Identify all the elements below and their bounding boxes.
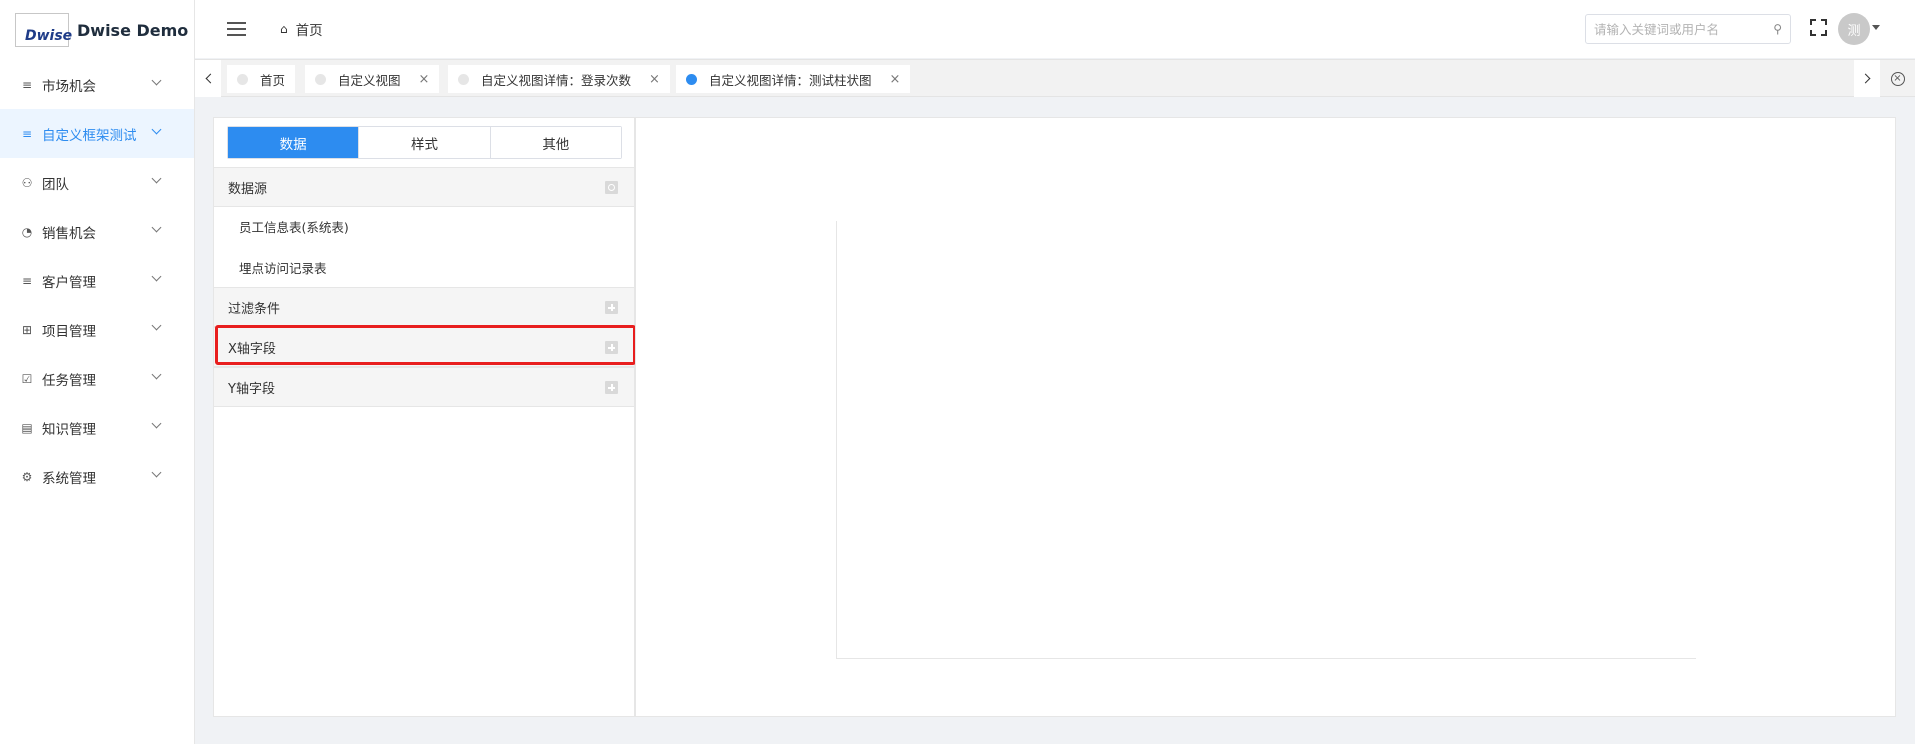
section-x-axis-field: X轴字段 bbox=[214, 327, 634, 367]
add-x-axis-field-icon[interactable] bbox=[605, 341, 618, 354]
tab-label: 自定义视图详情：登录次数 bbox=[481, 72, 632, 88]
section-title: 过滤条件 bbox=[228, 301, 281, 317]
chevron-down-icon bbox=[151, 222, 162, 233]
tab-custom-view[interactable]: 自定义视图 × bbox=[305, 65, 440, 93]
tab-custom-view-login-count[interactable]: 自定义视图详情：登录次数 × bbox=[448, 65, 670, 93]
section-filter: 过滤条件 bbox=[214, 287, 634, 327]
chevron-down-icon bbox=[151, 75, 162, 86]
tab-status-dot bbox=[237, 73, 248, 85]
search-box: ⚲ bbox=[1585, 14, 1791, 44]
tabs-bar: 首页 自定义视图 × 自定义视图详情：登录次数 × 自定义视图详情：测试柱状图 … bbox=[195, 59, 1915, 97]
grid-icon: ⊞ bbox=[21, 322, 33, 337]
app-title: Dwise Demo bbox=[77, 20, 189, 40]
logo-text: Dwise bbox=[25, 28, 73, 44]
top-header: ⌂ 首页 ⚲ 测 bbox=[195, 0, 1915, 58]
section-title: Y轴字段 bbox=[228, 381, 275, 397]
sidebar-item-label: 销售机会 bbox=[42, 225, 96, 242]
sidebar-item-label: 团队 bbox=[42, 176, 69, 193]
chevron-down-icon bbox=[151, 320, 162, 331]
tab-status-dot bbox=[315, 73, 326, 85]
chevron-down-icon bbox=[151, 467, 162, 478]
chevron-down-icon bbox=[151, 173, 162, 184]
sidebar-item-label: 项目管理 bbox=[42, 323, 96, 340]
avatar[interactable]: 测 bbox=[1838, 13, 1870, 45]
tabs-scroll-right-button[interactable] bbox=[1854, 60, 1880, 97]
hamburger-menu-icon[interactable] bbox=[227, 22, 246, 36]
breadcrumb-home-link[interactable]: 首页 bbox=[296, 19, 323, 39]
chart-x-axis-line bbox=[836, 658, 1696, 659]
list-icon: ≡ bbox=[21, 77, 33, 92]
tab-label: 自定义视图详情：测试柱状图 bbox=[709, 72, 872, 88]
settings-icon[interactable] bbox=[605, 181, 618, 194]
list-icon: ≡ bbox=[21, 273, 33, 288]
sidebar-item-label: 自定义框架测试 bbox=[42, 127, 137, 144]
sidebar-item-team[interactable]: ⚇ 团队 bbox=[0, 158, 194, 207]
chevron-left-icon bbox=[205, 73, 215, 84]
config-segment-tabs: 数据 样式 其他 bbox=[227, 126, 622, 159]
close-circle-icon: × bbox=[1890, 71, 1905, 86]
sidebar-item-sales-opportunity[interactable]: ◔ 销售机会 bbox=[0, 207, 194, 256]
chevron-right-icon bbox=[1860, 73, 1870, 84]
tab-label: 首页 bbox=[260, 72, 286, 88]
sidebar-item-custom-framework-test[interactable]: ≡ 自定义框架测试 bbox=[0, 109, 194, 158]
checkbox-icon: ☑ bbox=[21, 371, 33, 386]
breadcrumb: ⌂ 首页 bbox=[280, 19, 323, 39]
add-filter-icon[interactable] bbox=[605, 301, 618, 314]
sidebar-item-market-opportunity[interactable]: ≡ 市场机会 bbox=[0, 60, 194, 109]
search-input[interactable] bbox=[1594, 21, 1764, 37]
book-icon: ▤ bbox=[21, 420, 33, 435]
sidebar-item-label: 任务管理 bbox=[42, 372, 96, 389]
close-all-tabs-button[interactable]: × bbox=[1880, 60, 1915, 97]
pie-icon: ◔ bbox=[21, 224, 33, 239]
sidebar-item-system-management[interactable]: ⚙ 系统管理 bbox=[0, 452, 194, 501]
sidebar-item-task-management[interactable]: ☑ 任务管理 bbox=[0, 354, 194, 403]
logo-mark: Dwise bbox=[15, 13, 73, 47]
chevron-down-icon bbox=[151, 418, 162, 429]
home-icon: ⌂ bbox=[280, 22, 288, 36]
tab-status-dot bbox=[686, 73, 697, 85]
chevron-down-icon bbox=[151, 369, 162, 380]
gear-icon: ⚙ bbox=[21, 469, 33, 484]
section-y-axis-field: Y轴字段 bbox=[214, 367, 634, 407]
chart-y-axis-line bbox=[836, 221, 837, 659]
tabs-scroll-left-button[interactable] bbox=[195, 60, 221, 97]
caret-down-icon[interactable] bbox=[1872, 25, 1880, 30]
segment-data[interactable]: 数据 bbox=[228, 127, 359, 158]
sidebar-item-label: 市场机会 bbox=[42, 78, 96, 95]
section-datasource: 数据源 bbox=[214, 167, 634, 207]
chart-preview-panel bbox=[635, 117, 1896, 717]
sidebar-item-project-management[interactable]: ⊞ 项目管理 bbox=[0, 305, 194, 354]
list-icon: ≡ bbox=[21, 126, 33, 141]
sidebar-item-customer-management[interactable]: ≡ 客户管理 bbox=[0, 256, 194, 305]
sidebar-item-label: 知识管理 bbox=[42, 421, 96, 438]
fullscreen-icon[interactable] bbox=[1810, 19, 1827, 36]
close-icon[interactable]: × bbox=[649, 72, 660, 87]
chart-config-panel: 数据 样式 其他 数据源 员工信息表(系统表) 埋点访问记录表 过滤条件 X轴字… bbox=[213, 117, 635, 717]
chevron-down-icon bbox=[151, 124, 162, 135]
section-title: 数据源 bbox=[228, 181, 268, 197]
tab-status-dot bbox=[458, 73, 469, 85]
add-y-axis-field-icon[interactable] bbox=[605, 381, 618, 394]
datasource-item[interactable]: 埋点访问记录表 bbox=[239, 258, 327, 277]
sidebar: Dwise Dwise Demo ≡ 市场机会 ≡ 自定义框架测试 ⚇ 团队 ◔… bbox=[0, 0, 195, 744]
search-icon[interactable]: ⚲ bbox=[1773, 22, 1782, 36]
segment-style[interactable]: 样式 bbox=[358, 127, 490, 158]
close-icon[interactable]: × bbox=[890, 72, 901, 87]
chevron-down-icon bbox=[151, 271, 162, 282]
segment-other[interactable]: 其他 bbox=[489, 127, 621, 158]
tab-label: 自定义视图 bbox=[338, 72, 401, 88]
tab-home[interactable]: 首页 bbox=[227, 65, 296, 93]
sidebar-item-knowledge-management[interactable]: ▤ 知识管理 bbox=[0, 403, 194, 452]
sidebar-item-label: 客户管理 bbox=[42, 274, 96, 291]
datasource-item[interactable]: 员工信息表(系统表) bbox=[239, 217, 349, 236]
section-title: X轴字段 bbox=[228, 341, 276, 357]
sidebar-item-label: 系统管理 bbox=[42, 470, 96, 487]
team-icon: ⚇ bbox=[21, 175, 33, 190]
tab-custom-view-bar-chart[interactable]: 自定义视图详情：测试柱状图 × bbox=[676, 65, 911, 93]
logo[interactable]: Dwise Dwise Demo bbox=[0, 0, 194, 60]
close-icon[interactable]: × bbox=[419, 72, 430, 87]
